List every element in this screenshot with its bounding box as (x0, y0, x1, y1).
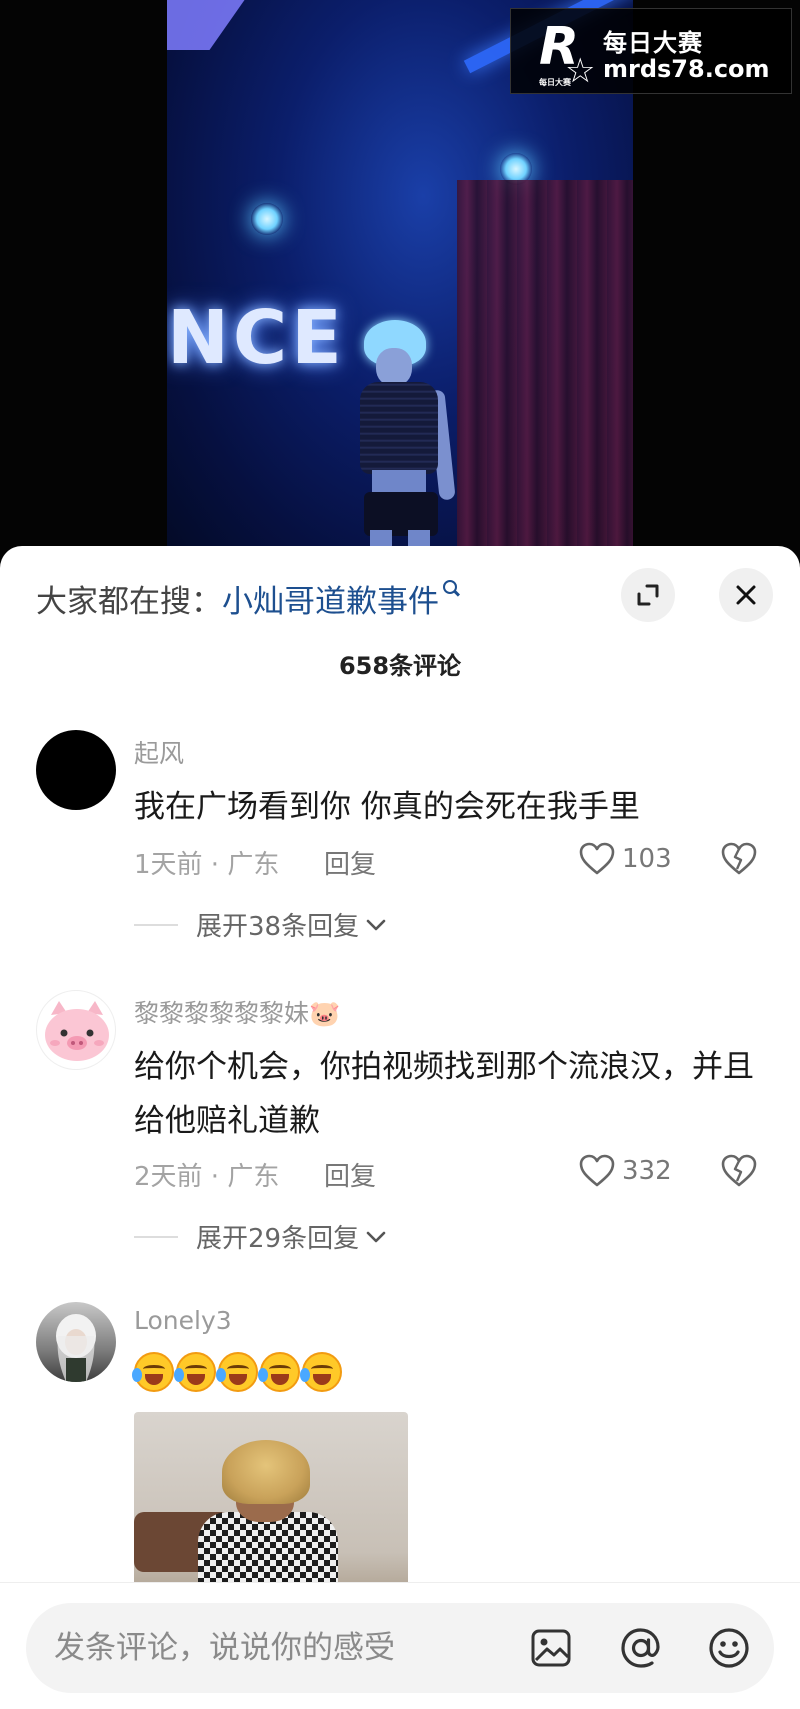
search-suggestion[interactable]: 大家都在搜：小灿哥道歉事件 (36, 576, 457, 621)
laughing-emoji-icon (216, 1352, 258, 1392)
laughing-emoji-icon (258, 1352, 300, 1392)
avatar[interactable] (36, 990, 116, 1070)
at-icon (621, 1628, 660, 1668)
expand-button[interactable] (621, 568, 675, 622)
comment-item: 起风 我在广场看到你 你真的会死在我手里 1天前 · 广东 回复 103 展开3… (0, 730, 800, 970)
comment-input-bar (0, 1582, 800, 1709)
close-icon (736, 585, 756, 605)
comment-input-box[interactable] (26, 1603, 774, 1693)
stage-light (251, 203, 283, 235)
neon-sign: NCE (167, 295, 346, 381)
heart-icon (579, 1154, 615, 1187)
video-player[interactable]: NCE R ☆ 每日大赛 每日大赛 mrds78.com (0, 0, 800, 560)
comment-input[interactable] (54, 1603, 534, 1693)
avatar[interactable] (36, 1302, 116, 1382)
watermark-url: mrds78.com (603, 55, 770, 83)
emoji-icon (709, 1628, 749, 1668)
emoji-button[interactable] (706, 1625, 752, 1671)
dislike-button[interactable] (720, 1154, 758, 1192)
comment-meta: 1天前 · 广东 (134, 850, 280, 880)
comment-count: 658条评论 (338, 652, 462, 680)
broken-heart-icon (721, 842, 757, 875)
comment-text[interactable]: 给你个机会，你拍视频找到那个流浪汉，并且给他赔礼道歉 (134, 1040, 754, 1148)
comment-text[interactable]: 我在广场看到你 你真的会死在我手里 (134, 780, 754, 834)
reply-button[interactable]: 回复 (324, 844, 376, 881)
search-suggestion-prefix: 大家都在搜： (36, 584, 222, 620)
expand-icon (637, 584, 659, 606)
anime-avatar-icon (56, 1314, 96, 1382)
watermark: R ☆ 每日大赛 每日大赛 mrds78.com (510, 8, 792, 94)
comment-emoji-row (132, 1352, 342, 1392)
expand-replies-label: 展开38条回复 (196, 912, 360, 942)
laughing-emoji-icon (300, 1352, 342, 1392)
laughing-emoji-icon (174, 1352, 216, 1392)
comment-sheet: 大家都在搜：小灿哥道歉事件 658条评论 起风 我在广场看到你 你真的会死在我手… (0, 546, 800, 1709)
chevron-down-icon (366, 1231, 386, 1242)
expand-replies-button[interactable]: 展开38条回复 (134, 906, 387, 943)
reply-button[interactable]: 回复 (324, 1156, 376, 1193)
expand-replies-label: 展开29条回复 (196, 1224, 360, 1254)
mention-button[interactable] (618, 1625, 664, 1671)
broken-heart-icon (721, 1154, 757, 1187)
watermark-site-name: 每日大赛 (603, 29, 703, 57)
like-button[interactable]: 332 (578, 1154, 672, 1188)
curtain (457, 180, 633, 560)
laughing-emoji-icon (132, 1352, 174, 1392)
heart-icon (579, 842, 615, 875)
comment-username[interactable]: Lonely3 (134, 1306, 232, 1335)
comment-username[interactable]: 起风 (134, 734, 184, 770)
avatar[interactable] (36, 730, 116, 810)
dancer (342, 320, 462, 560)
dislike-button[interactable] (720, 842, 758, 880)
expand-replies-button[interactable]: 展开29条回复 (134, 1218, 387, 1255)
close-button[interactable] (719, 568, 773, 622)
stage-beam (167, 0, 245, 50)
search-suggestion-term[interactable]: 小灿哥道歉事件 (222, 584, 439, 620)
chevron-down-icon (366, 919, 386, 930)
pig-avatar-icon (45, 1001, 109, 1061)
watermark-logo: R ☆ 每日大赛 (539, 17, 596, 91)
search-icon (443, 580, 457, 594)
comment-username[interactable]: 黎黎黎黎黎黎妹🐷 (134, 994, 340, 1030)
comment-item: 黎黎黎黎黎黎妹🐷 给你个机会，你拍视频找到那个流浪汉，并且给他赔礼道歉 2天前 … (0, 990, 800, 1280)
comment-meta: 2天前 · 广东 (134, 1162, 280, 1192)
like-button[interactable]: 103 (578, 842, 672, 876)
like-count: 332 (622, 1156, 672, 1186)
like-count: 103 (622, 844, 672, 874)
image-button[interactable] (528, 1625, 574, 1671)
image-icon (531, 1629, 571, 1667)
